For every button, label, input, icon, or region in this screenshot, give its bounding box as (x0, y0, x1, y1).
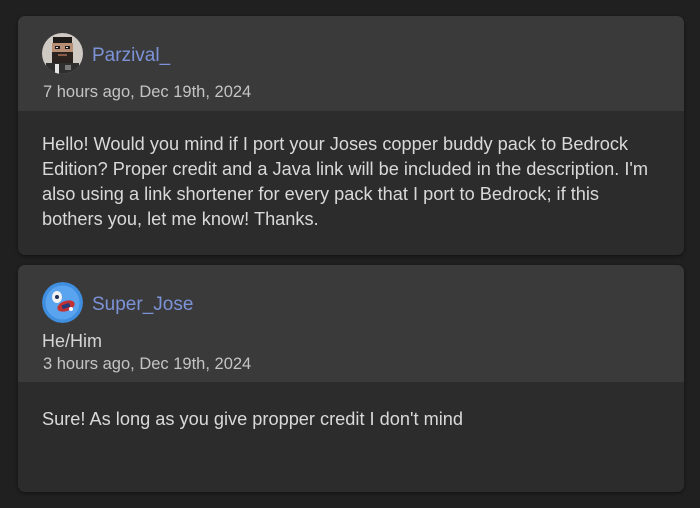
comment-header: Super_Jose He/Him 3 hours ago, Dec 19th,… (18, 265, 684, 382)
pixel-bearded-man-avatar-icon (42, 33, 83, 74)
blue-cartoon-avatar-icon (42, 282, 83, 323)
comment-text: Sure! As long as you give propper credit… (42, 409, 464, 429)
timestamp: 3 hours ago, Dec 19th, 2024 (43, 355, 252, 373)
avatar[interactable] (42, 33, 83, 74)
timestamp: 7 hours ago, Dec 19th, 2024 (43, 83, 252, 101)
comment-header: Parzival_ 7 hours ago, Dec 19th, 2024 (18, 16, 684, 111)
username[interactable]: Parzival_ (92, 45, 170, 67)
avatar[interactable] (42, 282, 83, 323)
username[interactable]: Super_Jose (92, 294, 193, 316)
pronouns: He/Him (42, 331, 103, 351)
comment-text: Hello! Would you mind if I port your Jos… (42, 134, 649, 229)
comment-card: Super_Jose He/Him 3 hours ago, Dec 19th,… (18, 265, 684, 492)
comment-card: Parzival_ 7 hours ago, Dec 19th, 2024 He… (18, 16, 684, 255)
